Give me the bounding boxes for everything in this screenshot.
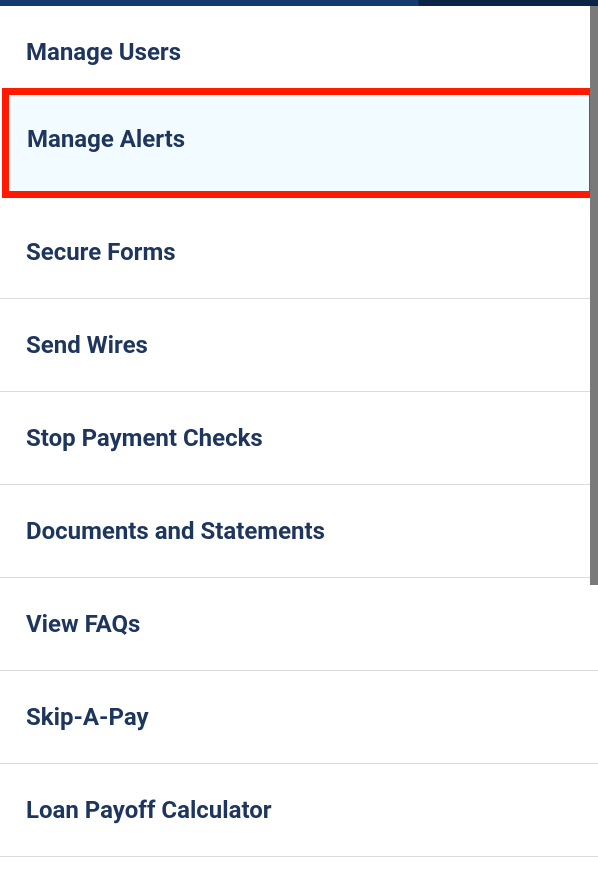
menu-list: Manage Users Manage Alerts Secure Forms … — [0, 6, 598, 857]
menu-item-documents-and-statements[interactable]: Documents and Statements — [0, 485, 598, 578]
menu-item-label: Manage Alerts — [27, 125, 185, 153]
menu-item-manage-alerts[interactable]: Manage Alerts — [2, 88, 596, 198]
menu-item-label: Documents and Statements — [26, 517, 325, 545]
menu-item-label: Secure Forms — [26, 238, 176, 266]
menu-item-label: Loan Payoff Calculator — [26, 796, 272, 824]
menu-item-secure-forms[interactable]: Secure Forms — [0, 206, 598, 299]
menu-item-stop-payment-checks[interactable]: Stop Payment Checks — [0, 392, 598, 485]
menu-item-view-faqs[interactable]: View FAQs — [0, 578, 598, 671]
menu-item-label: Manage Users — [26, 38, 181, 66]
menu-item-label: Send Wires — [26, 331, 148, 359]
menu-item-label: Stop Payment Checks — [26, 424, 263, 452]
menu-item-skip-a-pay[interactable]: Skip-A-Pay — [0, 671, 598, 764]
menu-item-label: Skip-A-Pay — [26, 703, 149, 731]
scrollbar-edge[interactable] — [590, 0, 598, 585]
menu-item-loan-payoff-calculator[interactable]: Loan Payoff Calculator — [0, 764, 598, 857]
menu-item-send-wires[interactable]: Send Wires — [0, 299, 598, 392]
menu-item-label: View FAQs — [26, 610, 140, 638]
menu-item-manage-users[interactable]: Manage Users — [0, 6, 598, 88]
menu-item-manage-alerts-wrap: Manage Alerts — [0, 88, 598, 206]
